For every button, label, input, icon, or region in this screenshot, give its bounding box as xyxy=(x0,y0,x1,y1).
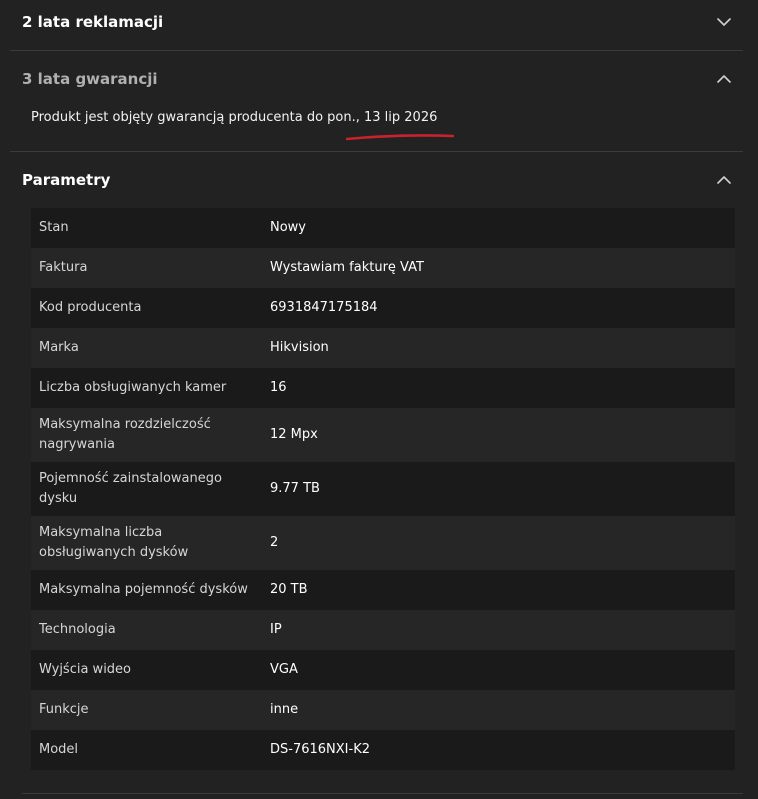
section-parametry-title: Parametry xyxy=(22,171,111,189)
table-row: Maksymalna pojemność dysków 20 TB xyxy=(31,570,735,610)
table-row: Wyjścia wideo VGA xyxy=(31,650,735,690)
param-value: 6931847175184 xyxy=(259,288,735,328)
section-reklamacja-title: 2 lata reklamacji xyxy=(22,13,164,31)
param-label: Maksymalna liczba obsługiwanych dysków xyxy=(31,516,259,570)
table-row: Maksymalna rozdzielczość nagrywania 12 Mp… xyxy=(31,408,735,462)
param-value: 9.77 TB xyxy=(259,462,735,516)
section-reklamacja: 2 lata reklamacji xyxy=(0,0,743,51)
param-label: Funkcje xyxy=(31,690,259,730)
product-details-panel: 2 lata reklamacji 3 lata gwarancji Produ… xyxy=(0,0,743,770)
section-gwarancja-header[interactable]: 3 lata gwarancji xyxy=(0,51,743,107)
param-label: Model xyxy=(31,730,259,770)
table-row: Liczba obsługiwanych kamer 16 xyxy=(31,368,735,408)
param-value: 16 xyxy=(259,368,735,408)
table-row: Stan Nowy xyxy=(31,208,735,248)
param-value: IP xyxy=(259,610,735,650)
table-row: Faktura Wystawiam fakturę VAT xyxy=(31,248,735,288)
table-row: Pojemność zainstalowanego dysku 9.77 TB xyxy=(31,462,735,516)
param-label: Marka xyxy=(31,328,259,368)
param-value: Nowy xyxy=(259,208,735,248)
param-label: Wyjścia wideo xyxy=(31,650,259,690)
param-value: 12 Mpx xyxy=(259,408,735,462)
param-label: Faktura xyxy=(31,248,259,288)
param-value: 2 xyxy=(259,516,735,570)
section-parametry: Parametry Stan Nowy Faktura Wystawiam faktu… xyxy=(0,152,743,770)
section-reklamacja-header[interactable]: 2 lata reklamacji xyxy=(0,0,743,44)
chevron-up-icon[interactable] xyxy=(717,74,731,84)
param-value: DS-7616NXI-K2 xyxy=(259,730,735,770)
table-row: Technologia IP xyxy=(31,610,735,650)
chevron-up-icon[interactable] xyxy=(717,175,731,185)
param-label: Maksymalna rozdzielczość nagrywania xyxy=(31,408,259,462)
param-label: Maksymalna pojemność dysków xyxy=(31,570,259,610)
param-value: Hikvision xyxy=(259,328,735,368)
table-row: Kod producenta 6931847175184 xyxy=(31,288,735,328)
param-label: Stan xyxy=(31,208,259,248)
red-underline-annotation xyxy=(346,134,454,141)
param-label: Technologia xyxy=(31,610,259,650)
section-gwarancja: 3 lata gwarancji Produkt jest objęty gwa… xyxy=(0,51,743,152)
table-row: Maksymalna liczba obsługiwanych dysków 2 xyxy=(31,516,735,570)
table-row: Funkcje inne xyxy=(31,690,735,730)
param-value: inne xyxy=(259,690,735,730)
section-parametry-header[interactable]: Parametry xyxy=(0,152,743,208)
table-row: Marka Hikvision xyxy=(31,328,735,368)
chevron-down-icon[interactable] xyxy=(717,17,731,27)
param-label: Pojemność zainstalowanego dysku xyxy=(31,462,259,516)
param-value: 20 TB xyxy=(259,570,735,610)
section-gwarancja-title: 3 lata gwarancji xyxy=(22,70,158,88)
param-value: Wystawiam fakturę VAT xyxy=(259,248,735,288)
table-row: Model DS-7616NXI-K2 xyxy=(31,730,735,770)
param-label: Liczba obsługiwanych kamer xyxy=(31,368,259,408)
param-value: VGA xyxy=(259,650,735,690)
warranty-text: Produkt jest objęty gwarancją producenta… xyxy=(31,110,438,125)
param-label: Kod producenta xyxy=(31,288,259,328)
section-divider xyxy=(22,793,743,794)
parameters-table: Stan Nowy Faktura Wystawiam fakturę VAT Kod … xyxy=(31,208,735,770)
warranty-info: Produkt jest objęty gwarancją producenta… xyxy=(0,107,743,151)
